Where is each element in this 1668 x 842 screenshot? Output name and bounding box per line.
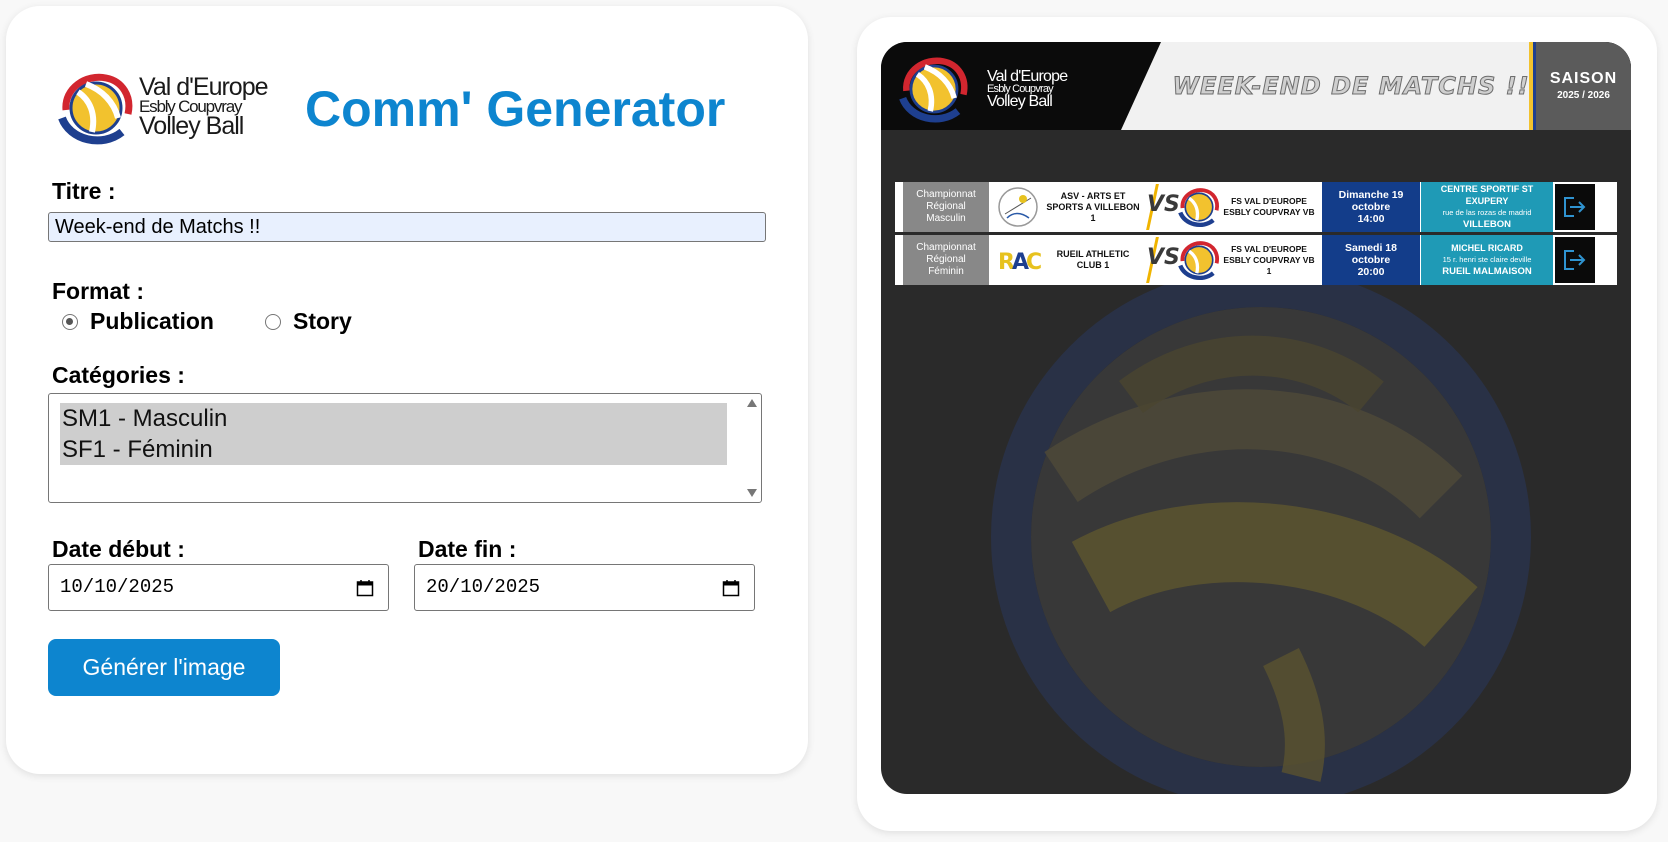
home-team-logo-icon: R A C — [998, 250, 1041, 275]
championship-line2: Régional — [926, 254, 966, 265]
date-fin-input[interactable]: 20/10/2025 — [414, 564, 755, 611]
story-radio[interactable] — [265, 313, 281, 330]
categories-label: Catégories : — [52, 362, 185, 388]
match-time: 14:00 — [1357, 213, 1385, 225]
venue-city: VILLEBON — [1462, 219, 1512, 230]
venue-link[interactable] — [1555, 237, 1595, 283]
flag-stripe-yellow — [1529, 42, 1533, 130]
page-title: Comm' Generator — [305, 81, 726, 137]
date-debut-label: Date début : — [52, 536, 185, 562]
poster-preview: WEEK-END DE MATCHS !! SAISON 2025 / 2026… — [881, 42, 1631, 794]
match-venue: CENTRE SPORTIF ST EXUPERY rue de las roz… — [1421, 182, 1553, 232]
calendar-icon[interactable] — [722, 579, 740, 597]
background-volleyball-icon — [991, 277, 1531, 794]
match-row: Championnat Régional Masculin ASV - ARTS… — [895, 182, 1617, 232]
poster-club-line1: Val d'Europe — [987, 68, 1068, 85]
match-date: Dimanche 19 octobre 14:00 — [1322, 182, 1420, 232]
exit-icon — [1564, 250, 1586, 270]
venue-address: rue de las rozas de madrid — [1442, 208, 1532, 217]
svg-text:C: C — [1026, 250, 1041, 275]
exit-icon — [1564, 197, 1586, 217]
generate-image-button[interactable]: Générer l'image — [48, 639, 280, 696]
away-team-name: FS VAL D'EUROPE ESBLY COUPVRAY VB — [1223, 196, 1315, 217]
scroll-down-arrow-icon[interactable] — [747, 489, 757, 497]
match-row: Championnat Régional Féminin R A C RUEIL… — [895, 235, 1617, 285]
match-championship: Championnat Régional Féminin — [903, 235, 989, 285]
venue-name: CENTRE SPORTIF ST EXUPERY — [1440, 184, 1534, 206]
match-month: octobre — [1351, 254, 1391, 266]
poster-header: WEEK-END DE MATCHS !! SAISON 2025 / 2026… — [881, 42, 1631, 130]
header-title: WEEK-END DE MATCHS !! — [1172, 72, 1530, 101]
match-date: Samedi 18 octobre 20:00 — [1322, 235, 1420, 285]
championship-line2: Régional — [926, 201, 966, 212]
club-name-line3: Volley Ball — [139, 112, 244, 140]
publication-label: Publication — [90, 308, 214, 334]
volleyball-logo-icon — [58, 73, 133, 145]
publication-radio[interactable] — [62, 313, 78, 330]
volleyball-logo-icon — [1178, 188, 1219, 228]
category-option-sm1[interactable]: SM1 - Masculin — [60, 403, 727, 434]
venue-name: MICHEL RICARD — [1451, 243, 1523, 253]
saison-years: 2025 / 2026 — [1557, 90, 1610, 101]
venue-city: RUEIL MALMAISON — [1442, 266, 1532, 277]
format-option-publication[interactable]: Publication — [62, 308, 214, 335]
championship-line1: Championnat — [916, 189, 976, 200]
vs-label: VS — [1147, 245, 1180, 270]
saison-label: SAISON — [1549, 70, 1618, 87]
date-fin-value: 20/10/2025 — [426, 576, 541, 598]
calendar-icon[interactable] — [356, 579, 374, 597]
format-option-story[interactable]: Story — [265, 308, 352, 335]
match-championship: Championnat Régional Masculin — [903, 182, 989, 232]
away-team-name: FS VAL D'EUROPE ESBLY COUPVRAY VB 1 — [1223, 243, 1315, 276]
category-option-sf1[interactable]: SF1 - Féminin — [60, 434, 727, 465]
match-day: Samedi 18 — [1345, 242, 1397, 254]
scroll-up-arrow-icon[interactable] — [747, 399, 757, 407]
titre-label: Titre : — [52, 178, 116, 204]
match-month: octobre — [1351, 201, 1391, 213]
titre-input[interactable] — [48, 212, 766, 242]
home-team-logo-icon — [998, 187, 1038, 227]
championship-line1: Championnat — [916, 242, 976, 253]
date-debut-input[interactable]: 10/10/2025 — [48, 564, 389, 611]
story-label: Story — [293, 308, 352, 334]
match-day: Dimanche 19 — [1338, 189, 1404, 201]
championship-line3: Masculin — [926, 213, 966, 224]
venue-address: 15 r. henri ste claire deville — [1442, 255, 1532, 264]
header-banner: WEEK-END DE MATCHS !! — [1121, 42, 1541, 130]
club-logo: Val d'Europe Esbly Coupvray Volley Ball — [52, 62, 282, 148]
volleyball-logo-icon — [899, 57, 968, 123]
match-time: 20:00 — [1357, 266, 1385, 278]
vs-label: VS — [1147, 192, 1180, 217]
categories-select[interactable]: SM1 - Masculin SF1 - Féminin — [48, 393, 762, 503]
championship-line3: Féminin — [928, 266, 964, 277]
date-debut-value: 10/10/2025 — [60, 576, 175, 598]
poster-club-name: Val d'Europe Esbly Coupvray Volley Ball — [987, 68, 1068, 110]
club-name: Val d'Europe Esbly Coupvray Volley Ball — [139, 73, 269, 140]
poster-club-line3: Volley Ball — [987, 93, 1053, 110]
match-venue: MICHEL RICARD 15 r. henri ste claire dev… — [1421, 235, 1553, 285]
home-team-name: ASV - ARTS ET SPORTS A VILLEBON 1 — [1046, 190, 1140, 223]
venue-link[interactable] — [1555, 184, 1595, 230]
date-fin-label: Date fin : — [418, 536, 517, 562]
volleyball-logo-icon — [1178, 241, 1219, 281]
format-label: Format : — [52, 278, 144, 304]
club-name-line1: Val d'Europe — [139, 73, 269, 101]
saison-badge: SAISON 2025 / 2026 — [1536, 42, 1631, 130]
home-team-name: RUEIL ATHLETIC CLUB 1 — [1056, 249, 1130, 270]
